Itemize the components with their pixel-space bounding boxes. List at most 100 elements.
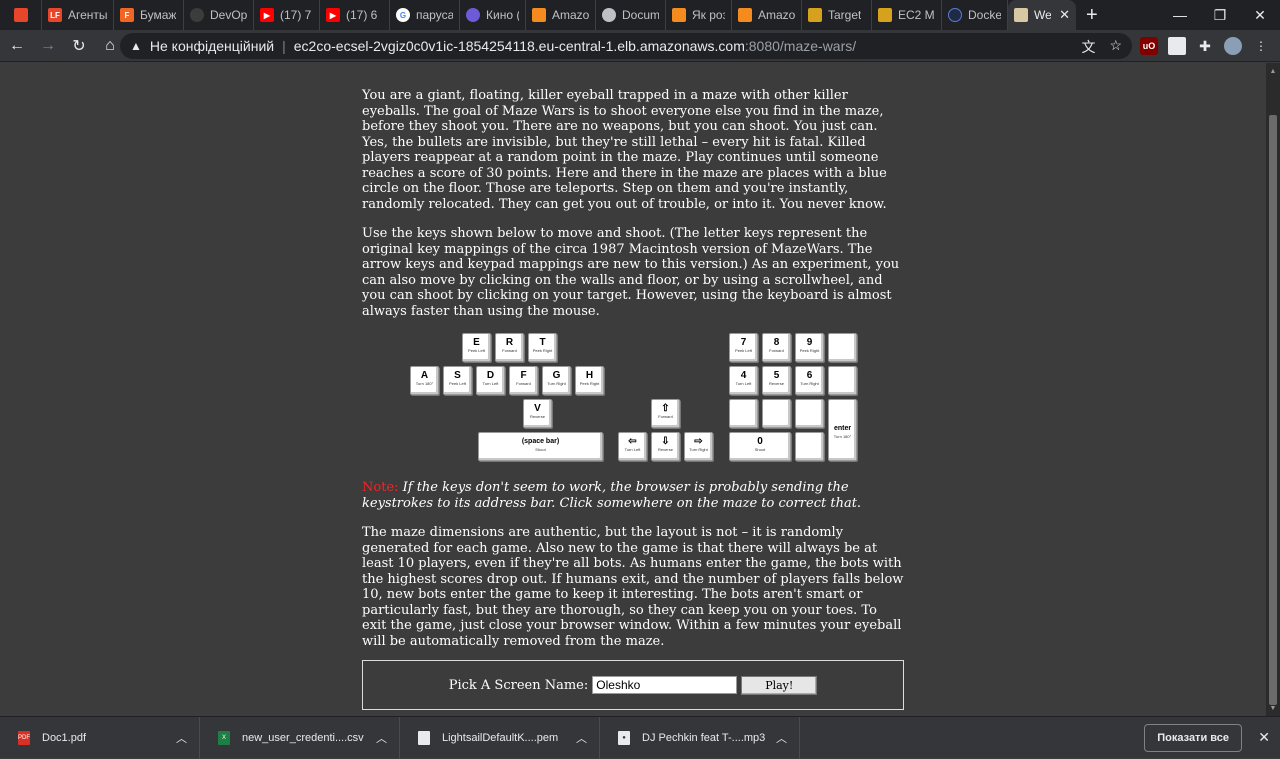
key-label: T <box>539 337 546 348</box>
intro-paragraph: You are a giant, floating, killer eyebal… <box>362 88 887 212</box>
tab-3[interactable]: DevOp <box>184 0 254 30</box>
tab-7[interactable]: Кино ( <box>460 0 526 30</box>
back-icon[interactable]: ← <box>3 32 31 60</box>
tab-10[interactable]: Як роз <box>666 0 732 30</box>
scroll-thumb[interactable] <box>1269 115 1277 705</box>
window-controls: — ❐ ✕ <box>1160 0 1280 30</box>
key-0: E Peek Left <box>462 333 491 362</box>
key-label: R <box>505 337 514 348</box>
key-1: R Forward <box>495 333 524 362</box>
avatar[interactable] <box>1224 37 1242 55</box>
show-all-downloads-button[interactable]: Показати все <box>1144 724 1242 752</box>
key-label: G <box>552 370 561 381</box>
browser-toolbar: ← → ↻ ⌂ ▲ Не конфіденційний | ec2co-ecse… <box>0 30 1280 62</box>
window-close-icon[interactable]: ✕ <box>1240 0 1280 30</box>
key-label: ⇨ <box>694 436 703 447</box>
key-7: G Turn Right <box>542 366 571 395</box>
tab-9[interactable]: Docum <box>596 0 666 30</box>
extension-icon[interactable] <box>1168 37 1186 55</box>
key-action: Turn 180° <box>415 381 434 386</box>
tab-11[interactable]: Amazo <box>732 0 802 30</box>
lf-icon: LF <box>48 8 62 22</box>
key-action: Reverse <box>530 414 545 419</box>
github-icon <box>190 8 204 22</box>
key-2: T Peek Right <box>528 333 557 362</box>
key-4: S Peek Left <box>443 366 472 395</box>
url-host: ec2co-ecsel-2vgiz0c0v1ic-1854254118.eu-c… <box>293 38 745 54</box>
key-action: Forward <box>502 348 517 353</box>
scrollbar[interactable]: ▲ ▼ <box>1266 63 1280 716</box>
translate-icon[interactable]: 文 <box>1081 37 1095 57</box>
key-22: enter Turn 180° <box>828 399 857 461</box>
key-action: Shoot <box>754 447 766 452</box>
key-action: Peek Left <box>468 348 485 353</box>
screen-name-input[interactable] <box>592 676 738 694</box>
download-item[interactable]: Xnew_user_credenti....csv ︿ <box>200 716 400 759</box>
key-15: 7 Peek Left <box>729 333 758 362</box>
key-11: ⇧ Forward <box>651 399 680 428</box>
chevron-up-icon[interactable]: ︿ <box>376 730 387 746</box>
tab-14[interactable]: Docker <box>942 0 1008 30</box>
youtube-icon: ▶ <box>326 8 340 22</box>
key-action: Forward <box>769 348 784 353</box>
aws-icon <box>738 8 752 22</box>
screen-name-label: Pick A Screen Name: <box>448 677 589 693</box>
pdf-icon: PDF <box>18 730 30 745</box>
address-bar[interactable]: ▲ Не конфіденційний | ec2co-ecsel-2vgiz0… <box>120 33 1132 59</box>
ublock-icon[interactable]: uO <box>1140 37 1158 55</box>
tab-8[interactable]: Amazo <box>526 0 596 30</box>
tab-1[interactable]: LF Агенты <box>42 0 114 30</box>
tab-12[interactable]: Target <box>802 0 872 30</box>
key-action: Turn Left <box>624 447 641 452</box>
forward-icon[interactable]: → <box>34 32 62 60</box>
tab-13[interactable]: EC2 M <box>872 0 942 30</box>
kino-icon <box>466 8 480 22</box>
close-icon[interactable]: ✕ <box>1258 729 1270 746</box>
note-paragraph: Note: If the keys don't seem to work, th… <box>362 480 905 511</box>
menu-icon[interactable]: ⋮ <box>1252 37 1270 55</box>
tab-0[interactable] <box>8 0 42 30</box>
key-label: F <box>520 370 527 381</box>
puzzle-icon[interactable]: ✚ <box>1196 37 1214 55</box>
close-icon[interactable]: ✕ <box>1059 7 1070 23</box>
tab-2[interactable]: F Бумаж <box>114 0 184 30</box>
tab-5[interactable]: ▶ (17) 6 <box>320 0 390 30</box>
play-button[interactable]: Play! <box>741 675 818 695</box>
download-item[interactable]: LightsailDefaultK....pem ︿ <box>400 716 600 759</box>
reload-icon[interactable]: ↻ <box>65 32 93 60</box>
key-action: Turn Right <box>689 447 708 452</box>
controls-paragraph: Use the keys shown below to move and sho… <box>362 226 900 319</box>
box-icon <box>808 8 822 22</box>
scroll-up-icon[interactable]: ▲ <box>1266 65 1280 77</box>
key-action: Reverse <box>658 447 673 452</box>
blank-key-0 <box>828 333 857 362</box>
download-item[interactable]: ● DJ Pechkin feat T-....mp3 ︿ <box>600 716 800 759</box>
key-label: 0 <box>757 436 763 447</box>
tab-active[interactable]: Wel✕ <box>1008 0 1076 30</box>
key-8: H Peek Right <box>575 366 604 395</box>
blank-key-5 <box>795 432 824 461</box>
chevron-up-icon[interactable]: ︿ <box>576 730 587 746</box>
tab-6[interactable]: Gпаруса <box>390 0 460 30</box>
key-map: E Peek Left R Forward T Peek Right A Turn 180° S… <box>362 333 905 463</box>
google-icon: G <box>396 8 410 22</box>
warning-icon: ▲ <box>130 39 142 53</box>
new-tab-button[interactable]: + <box>1086 0 1098 30</box>
tab-4[interactable]: ▶ (17) 7 <box>254 0 320 30</box>
tab-strip: LF Агенты F Бумаж DevOp ▶ (17) 7 ▶ (17) 6 Gп… <box>0 0 1280 30</box>
chevron-up-icon[interactable]: ︿ <box>176 730 187 746</box>
restore-icon[interactable]: ❐ <box>1200 0 1240 30</box>
key-action: Turn 180° <box>833 434 852 439</box>
download-item[interactable]: PDF Doc1.pdf ︿ <box>0 716 200 759</box>
scroll-down-icon[interactable]: ▼ <box>1266 702 1280 714</box>
key-5: D Turn Left <box>476 366 505 395</box>
key-action: Turn Right <box>547 381 566 386</box>
key-action: Forward <box>658 414 673 419</box>
bookmark-star-icon[interactable]: ☆ <box>1109 37 1122 57</box>
minimize-icon[interactable]: — <box>1160 0 1200 30</box>
chevron-up-icon[interactable]: ︿ <box>776 730 787 746</box>
blank-key-4 <box>795 399 824 428</box>
key-label: ⇦ <box>628 436 637 447</box>
layout-paragraph: The maze dimensions are authentic, but t… <box>362 525 904 649</box>
key-label: 5 <box>773 370 780 381</box>
